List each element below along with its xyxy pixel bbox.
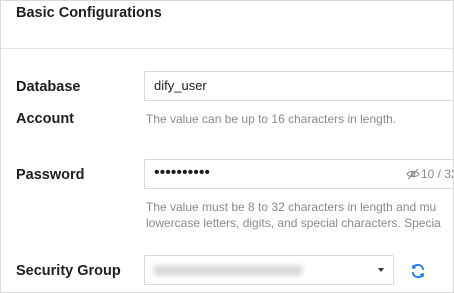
password-help-line2: lowercase letters, digits, and special c… [146,216,441,230]
section-divider [1,48,453,49]
section-title: Basic Configurations [16,5,162,21]
password-label: Password [16,167,85,183]
password-input[interactable]: •••••••••• 10 / 32 [144,159,453,189]
refresh-icon[interactable] [409,262,427,280]
security-group-label-text: Security Group [16,263,121,279]
database-account-input[interactable]: dify_user [144,71,453,101]
database-account-label-line2: Account [16,111,74,127]
password-char-counter: 10 / 32 [421,167,453,181]
database-account-value: dify_user [154,78,207,93]
eye-slash-icon[interactable] [406,168,420,180]
security-group-selected-value [153,265,303,276]
caret-down-icon [378,268,384,272]
password-help-line1: The value must be 8 to 32 characters in … [146,200,437,214]
database-account-label-line1: Database [16,79,81,95]
config-panel: Basic Configurations Database Account di… [0,0,454,293]
security-group-select[interactable] [144,255,394,285]
database-account-help: The value can be up to 16 characters in … [146,112,397,126]
password-masked-value: •••••••••• [154,164,211,181]
